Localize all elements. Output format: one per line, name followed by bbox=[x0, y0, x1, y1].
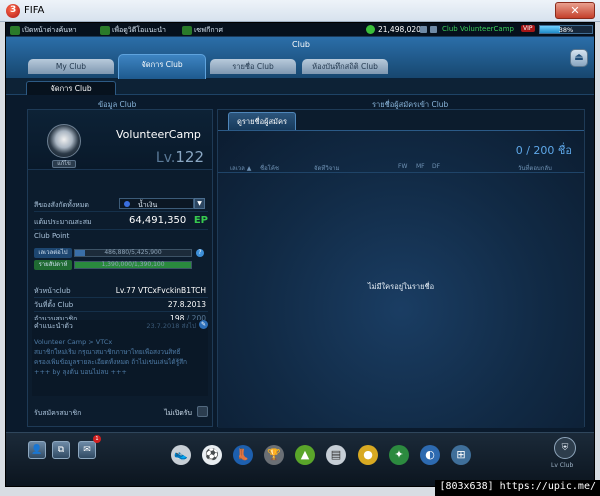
applicant-list: 0 / 200 ชื่อ เลเวล ▲ ชื่อโค้ช จัดทีวิจาม… bbox=[218, 130, 584, 428]
tab-applicants[interactable]: ดูรายชื่อผู้สมัคร bbox=[228, 112, 296, 130]
cone-icon[interactable]: ▲ bbox=[295, 445, 315, 465]
watermark: [803x638] https://upic.me/ bbox=[435, 480, 600, 496]
notice-date: 23.7.2018 ส่งไป bbox=[146, 322, 196, 330]
recruit-row: รับสมัครสมาชิก ไม่เปิดรับ bbox=[34, 404, 208, 420]
club-header: Club My Club จัดการ Club รายชื่อ Club ห้… bbox=[6, 37, 594, 79]
sneaker-icon[interactable]: 👟 bbox=[171, 445, 191, 465]
nav-tutorial-video[interactable]: เพื่อดูวิดีโอแนะนำ bbox=[100, 25, 166, 36]
page-title: Club bbox=[292, 40, 310, 49]
tab-manage-club[interactable]: จัดการ Club bbox=[118, 54, 206, 79]
game-area: เปิดหน้าต่างค้นหา เพื่อดูวิดีโอแนะนำ เซฟ… bbox=[5, 22, 595, 487]
next-level-value: 486,880/5,425,900 bbox=[104, 249, 162, 256]
globe-icon[interactable]: ◐ bbox=[420, 445, 440, 465]
edit-notice-icon[interactable]: ✎ bbox=[199, 320, 208, 329]
tab-club-records[interactable]: ห้องบันทึกสถิติ Club bbox=[302, 59, 388, 74]
club-info-panel: แก้ไข VolunteerCamp Lv.122 สีของสังกัดทั… bbox=[27, 109, 213, 427]
club-crest-icon bbox=[47, 124, 81, 158]
bottom-toolbar: 👤 ⧉ ✉ 1 👟 ⚽ 👢 🏆 ▲ ▤ ● ✦ ◐ ⊞ ⛨ Lv Club bbox=[6, 432, 594, 486]
mail-notification-badge: 1 bbox=[93, 435, 101, 443]
weekly-value: 1,390,000/1,390,100 bbox=[101, 261, 165, 268]
weekly-bar: รายสัปดาห์ 1,390,000/1,390,100 bbox=[34, 260, 208, 270]
trophy-icon[interactable]: 🏆 bbox=[264, 445, 284, 465]
applicant-columns: เลเวล ▲ ชื่อโค้ช จัดทีวิจาม FW MF DF วัน… bbox=[218, 161, 584, 173]
recruit-checkbox[interactable] bbox=[197, 406, 208, 417]
boot-icon[interactable]: 👢 bbox=[233, 445, 253, 465]
col-level[interactable]: เลเวล ▲ bbox=[230, 163, 251, 173]
lv-club-label: Lv Club bbox=[551, 462, 574, 469]
tab-my-club[interactable]: My Club bbox=[28, 59, 114, 74]
next-level-bar: เลเวลต่อไป 486,880/5,425,900 ? bbox=[34, 248, 208, 258]
profile-button[interactable]: 👤 bbox=[28, 441, 46, 459]
weekly-label: รายสัปดาห์ bbox=[34, 260, 72, 270]
badge-icon[interactable]: ✦ bbox=[389, 445, 409, 465]
tab-club-list[interactable]: รายชื่อ Club bbox=[210, 59, 296, 74]
club-points-value: 64,491,350 bbox=[129, 215, 187, 226]
window-title: FIFA bbox=[24, 5, 45, 16]
club-name: VolunteerCamp bbox=[116, 128, 201, 141]
mail-button[interactable]: ✉ bbox=[78, 441, 96, 459]
status-strip: เปิดหน้าต่างค้นหา เพื่อดูวิดีโอแนะนำ เซฟ… bbox=[6, 23, 594, 37]
windows-button[interactable]: ⧉ bbox=[52, 441, 70, 459]
points-unit: EP bbox=[193, 215, 208, 226]
sub-tab-bar: จัดการ Club bbox=[6, 79, 594, 95]
empty-list-message: ไม่มีใครอยู่ในรายชื่อ bbox=[367, 282, 435, 291]
close-button[interactable]: ✕ bbox=[555, 2, 595, 19]
nav-badge-icon bbox=[10, 25, 20, 35]
club-level: Lv.122 bbox=[155, 148, 204, 166]
ticker-text: Club VolunteerCamp bbox=[442, 25, 514, 33]
ball-icon[interactable]: ⚽ bbox=[202, 445, 222, 465]
nav-open-search[interactable]: เปิดหน้าต่างค้นหา bbox=[10, 25, 77, 36]
col-df[interactable]: DF bbox=[432, 163, 440, 170]
home-button[interactable]: ⏏ bbox=[570, 49, 588, 67]
nav-badge-icon bbox=[182, 25, 192, 35]
applicant-count: 0 / 200 ชื่อ bbox=[515, 144, 572, 157]
vip-badge: VIP bbox=[521, 25, 535, 32]
col-fw[interactable]: FW bbox=[398, 163, 407, 170]
shop-icon[interactable] bbox=[430, 26, 437, 33]
coin-balance: 21,498,020 bbox=[378, 25, 421, 34]
applicants-panel: ดูรายชื่อผู้สมัคร 0 / 200 ชื่อ เลเวล ▲ ช… bbox=[217, 109, 585, 428]
edit-crest-button[interactable]: แก้ไข bbox=[52, 160, 76, 168]
col-team[interactable]: จัดทีวิจาม bbox=[314, 163, 340, 173]
col-coach[interactable]: ชื่อโค้ช bbox=[260, 163, 279, 173]
club-color-select[interactable]: น้ำเงิน ▼ bbox=[119, 198, 205, 209]
settings-icon[interactable] bbox=[420, 26, 427, 33]
color-swatch-icon bbox=[124, 201, 130, 207]
nav-save[interactable]: เซฟกีกาศ bbox=[182, 25, 223, 36]
next-level-label: เลเวลต่อไป bbox=[34, 248, 72, 258]
club-point-label: Club Point bbox=[34, 232, 70, 240]
help-icon[interactable]: ? bbox=[196, 249, 204, 257]
chevron-down-icon[interactable]: ▼ bbox=[194, 198, 205, 209]
club-color-row: สีของสังกัดทั้งหมด น้ำเงิน ▼ bbox=[34, 196, 208, 212]
club-info-head: แก้ไข VolunteerCamp Lv.122 bbox=[28, 110, 212, 170]
window-titlebar: 3 FIFA ✕ bbox=[0, 0, 600, 22]
coin-shop-icon[interactable]: ● bbox=[358, 445, 378, 465]
nav-badge-icon bbox=[100, 25, 110, 35]
exp-bar: 38% bbox=[539, 25, 593, 34]
col-date[interactable]: วันที่ตอบกลับ bbox=[518, 163, 552, 173]
recruit-status: ไม่เปิดรับ bbox=[164, 409, 192, 417]
coin-icon bbox=[366, 25, 375, 34]
club-notice: คำแนะนำตัว 23.7.2018 ส่งไป ✎ Volunteer C… bbox=[32, 320, 208, 396]
app-icon: 3 bbox=[6, 4, 20, 18]
lv-club-icon[interactable]: ⛨ bbox=[554, 437, 576, 459]
club-points-row: แต้มประมาณสะสม 64,491,350 EP bbox=[34, 213, 208, 230]
subtab-manage-club[interactable]: จัดการ Club bbox=[26, 81, 116, 95]
basket-icon[interactable]: ⊞ bbox=[451, 445, 471, 465]
card-icon[interactable]: ▤ bbox=[326, 445, 346, 465]
col-mf[interactable]: MF bbox=[416, 163, 425, 170]
exp-percent: 38% bbox=[558, 26, 574, 34]
